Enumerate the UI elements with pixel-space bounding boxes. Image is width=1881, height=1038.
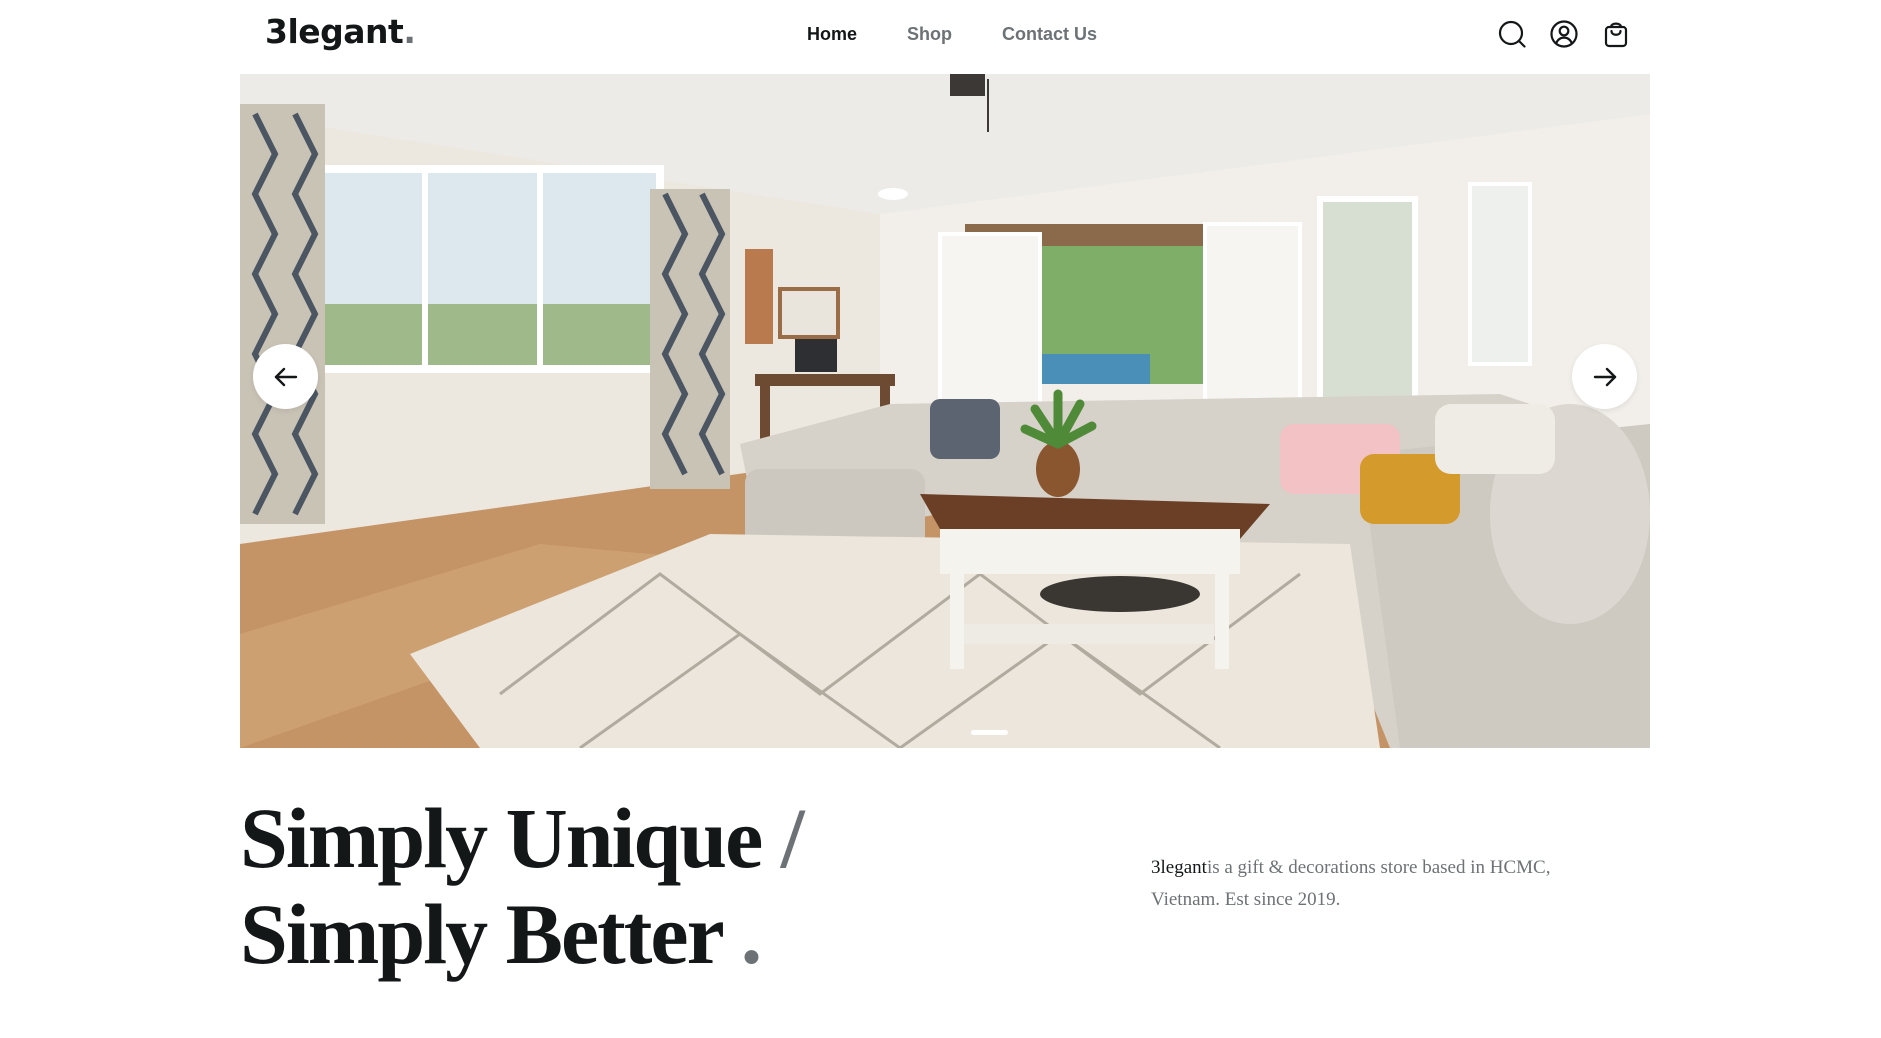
nav-link-home[interactable]: Home — [807, 24, 857, 45]
search-icon[interactable] — [1497, 19, 1527, 49]
headline-line1: Simply Unique — [240, 790, 763, 886]
headline-dot: . — [740, 886, 762, 982]
nav-link-shop[interactable]: Shop — [907, 24, 952, 45]
description-brand: 3legant — [1151, 857, 1207, 878]
user-icon[interactable] — [1549, 19, 1579, 49]
hero-image — [240, 74, 1650, 748]
store-description: 3legantis a gift & decorations store bas… — [1151, 852, 1591, 916]
carousel-next-button[interactable] — [1572, 344, 1637, 409]
arrow-right-icon — [1593, 367, 1616, 386]
logo-text: 3legant — [265, 12, 404, 51]
nav-link-contact-us[interactable]: Contact Us — [1002, 24, 1097, 45]
shopping-bag-icon[interactable] — [1601, 19, 1631, 49]
arrow-left-icon — [274, 367, 297, 386]
headline-line2: Simply Better — [240, 886, 723, 982]
hero-headline: Simply Unique / Simply Better . — [240, 790, 805, 982]
carousel-indicator-active[interactable] — [971, 730, 1008, 735]
carousel-prev-button[interactable] — [253, 344, 318, 409]
hero-carousel — [240, 74, 1650, 748]
description-text: is a gift & decorations store based in H… — [1151, 857, 1551, 910]
main-nav: Home Shop Contact Us — [807, 24, 1097, 45]
site-header: 3legant. Home Shop Contact Us — [0, 0, 1881, 73]
logo-dot: . — [403, 12, 416, 51]
logo[interactable]: 3legant. — [265, 12, 416, 51]
header-actions — [1497, 19, 1631, 49]
headline-separator: / — [780, 790, 805, 886]
